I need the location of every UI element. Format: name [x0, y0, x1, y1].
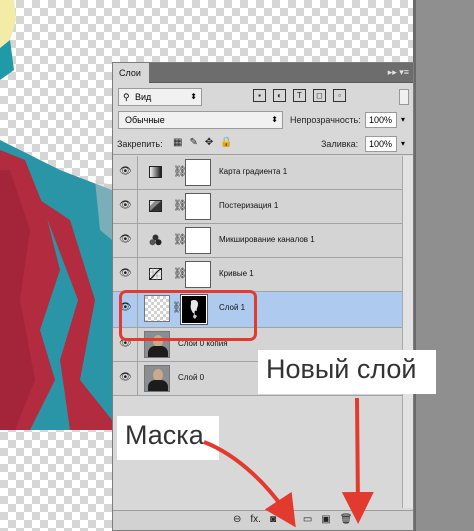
lock-transparent-icon[interactable]: ▦	[173, 137, 182, 148]
fx-icon[interactable]: fx.	[250, 514, 261, 525]
footer-icons: ⊖ fx. ◙ ◐. ▭ ▣ 🗑	[233, 514, 352, 525]
panel-tab-bar: Слои ▸▸ ▾≡	[113, 63, 413, 83]
eye-icon[interactable]: 👁	[119, 166, 132, 178]
layer-name[interactable]: Кривые 1	[219, 269, 254, 278]
posterize-icon	[149, 200, 162, 212]
opacity-dropdown-icon[interactable]: ▾	[397, 112, 409, 128]
lock-position-icon[interactable]: ✥	[205, 137, 213, 148]
layer-name[interactable]: Карта градиента 1	[219, 167, 287, 176]
layer-mask-thumbnail[interactable]	[185, 227, 211, 254]
layer-row[interactable]: 👁 ⛓ Кривые 1	[113, 258, 403, 292]
divider	[137, 224, 138, 257]
smart-object-filter-icon[interactable]: ▫	[333, 89, 346, 102]
layer-name[interactable]: Слой 0	[178, 373, 204, 382]
lock-label: Закрепить:	[117, 139, 163, 149]
lock-image-icon[interactable]: ✎	[189, 137, 197, 148]
pixel-filter-icon[interactable]: ▪	[253, 89, 266, 102]
chevron-down-icon: ⬍	[271, 115, 278, 124]
curves-icon	[149, 268, 162, 280]
new-group-icon[interactable]: ▭	[303, 514, 312, 525]
divider	[137, 258, 138, 291]
layer-name[interactable]: Микширование каналов 1	[219, 235, 315, 244]
shape-filter-icon[interactable]: ◻	[313, 89, 326, 102]
layer-filter-row: ⚲ Вид ⬍ ▪ ◐ T ◻ ▫	[113, 84, 413, 110]
divider	[137, 362, 138, 395]
blend-mode-value: Обычные	[125, 115, 165, 125]
eye-icon[interactable]: 👁	[119, 234, 132, 246]
fill-dropdown-icon[interactable]: ▾	[397, 136, 409, 152]
lock-icons: ▦ ✎ ✥ 🔒	[173, 137, 233, 148]
layer-mask-thumbnail[interactable]	[185, 261, 211, 288]
eye-icon[interactable]: 👁	[119, 268, 132, 280]
selected-layer-highlight	[119, 290, 257, 341]
fill-label: Заливка:	[321, 139, 359, 149]
layer-row[interactable]: 👁 ⛓ Микширование каналов 1	[113, 224, 403, 258]
mask-callout: Маска	[117, 416, 219, 460]
layer-mask-thumbnail[interactable]	[185, 193, 211, 220]
opacity-field[interactable]: 100%	[365, 112, 397, 128]
panel-menu-icon[interactable]: ▸▸ ▾≡	[381, 65, 409, 80]
new-layer-icon[interactable]: ▣	[321, 514, 330, 525]
tab-layers[interactable]: Слои	[113, 63, 149, 83]
layers-scrollbar[interactable]	[402, 156, 413, 508]
lock-all-icon[interactable]: 🔒	[220, 137, 232, 148]
workspace-background	[413, 0, 474, 531]
channel-mixer-icon	[149, 234, 162, 246]
fill-field[interactable]: 100%	[365, 136, 397, 152]
gradient-map-icon	[149, 166, 162, 178]
filter-icons: ▪ ◐ T ◻ ▫	[253, 89, 346, 105]
add-mask-icon[interactable]: ◙	[270, 514, 276, 525]
blend-mode-select[interactable]: Обычные ⬍	[118, 111, 283, 129]
link-layers-icon[interactable]: ⊖	[233, 514, 241, 525]
blend-row: Обычные ⬍ Непрозрачность: 100% ▾	[113, 109, 413, 133]
filter-kind-value: Вид	[135, 92, 152, 102]
trash-icon[interactable]: 🗑	[340, 514, 353, 525]
layer-thumbnail[interactable]	[144, 365, 170, 392]
chevron-down-icon: ⬍	[190, 92, 197, 101]
type-filter-icon[interactable]: T	[293, 89, 306, 102]
layer-row[interactable]: 👁 ⛓ Постеризация 1	[113, 190, 403, 224]
lock-row: Закрепить: ▦ ✎ ✥ 🔒 Заливка: 100% ▾	[113, 133, 413, 155]
layer-row[interactable]: 👁 ⛓ Карта градиента 1	[113, 156, 403, 190]
adjustment-layer-icon[interactable]: ◐.	[285, 514, 294, 525]
layer-mask-thumbnail[interactable]	[185, 159, 211, 186]
adjustment-filter-icon[interactable]: ◐	[273, 89, 286, 102]
filter-toggle[interactable]	[399, 89, 409, 105]
divider	[137, 190, 138, 223]
eye-icon[interactable]: 👁	[119, 200, 132, 212]
search-icon: ⚲	[123, 92, 130, 102]
divider	[137, 156, 138, 189]
layer-name[interactable]: Постеризация 1	[219, 201, 278, 210]
filter-kind-select[interactable]: ⚲ Вид ⬍	[118, 88, 202, 106]
eye-icon[interactable]: 👁	[119, 372, 132, 384]
panel-footer: ⊖ fx. ◙ ◐. ▭ ▣ 🗑	[113, 510, 413, 530]
opacity-label: Непрозрачность:	[290, 115, 361, 125]
new-layer-callout: Новый слой	[258, 350, 436, 394]
